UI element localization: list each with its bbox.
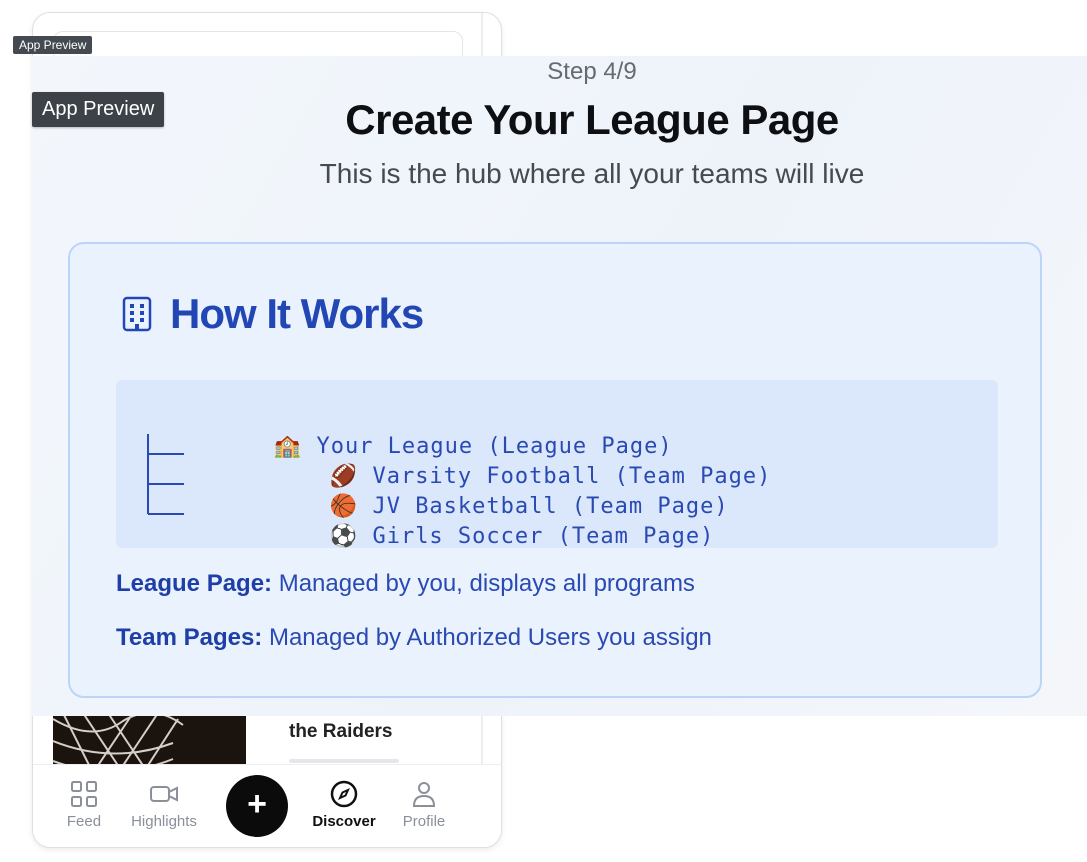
- league-page-description: Managed by you, displays all programs: [272, 570, 695, 597]
- bottom-tab-bar: Feed Highlights + Discover Profile: [33, 764, 501, 847]
- tree-node-team: ⚽ Girls Soccer (Team Page): [196, 492, 714, 549]
- tab-label: Feed: [66, 813, 102, 830]
- tab-label: Discover: [312, 813, 376, 830]
- how-it-works-card: How It Works 🏫 Your League (League Page) …: [68, 242, 1042, 698]
- team-pages-description: Managed by Authorized Users you assign: [262, 624, 712, 651]
- tree-node-team: 🏈 Varsity Football (Team Page): [196, 432, 771, 489]
- card-heading: How It Works: [120, 290, 424, 338]
- person-icon: [412, 782, 436, 807]
- create-post-button[interactable]: +: [226, 775, 288, 837]
- card-title: the Raiders: [289, 721, 393, 742]
- building-icon: [122, 296, 152, 332]
- screen: the Raiders Feed Highlights + Discover P…: [0, 0, 1087, 862]
- tab-label: Highlights: [131, 813, 197, 830]
- tab-feed[interactable]: Feed: [39, 779, 129, 830]
- page-title: Create Your League Page: [345, 96, 839, 143]
- league-structure-tree: 🏫 Your League (League Page) 🏈 Varsity Foot…: [116, 380, 998, 549]
- tab-discover[interactable]: Discover: [299, 779, 389, 830]
- app-preview-tag: App Preview: [13, 36, 93, 54]
- video-icon: [150, 786, 178, 802]
- card-subtext-placeholder: [289, 759, 399, 763]
- step-indicator: Step 4/9: [547, 58, 637, 85]
- tab-highlights[interactable]: Highlights: [119, 779, 209, 830]
- card-heading-text: How It Works: [170, 290, 424, 337]
- tree-node-league: 🏫 Your League (League Page): [140, 402, 673, 459]
- tab-profile[interactable]: Profile: [379, 779, 469, 830]
- tree-node-label: Girls Soccer (Team Page): [372, 524, 715, 549]
- page-subtitle: This is the hub where all your teams wil…: [319, 158, 865, 189]
- soccer-ball-emoji-icon: ⚽: [329, 524, 358, 549]
- team-pages-label: Team Pages:: [116, 624, 263, 651]
- grid-icon: [71, 781, 97, 807]
- compass-icon: [330, 780, 358, 808]
- league-page-label: League Page:: [116, 570, 273, 597]
- league-page-info: League Page: Managed by you, displays al…: [116, 570, 695, 598]
- tab-label: Profile: [402, 813, 446, 830]
- tree-node-team: 🏀 JV Basketball (Team Page): [196, 462, 729, 519]
- onboarding-step-panel: App Preview Step 4/9 Create Your League …: [32, 56, 1087, 716]
- team-pages-info: Team Pages: Managed by Authorized Users …: [116, 624, 712, 652]
